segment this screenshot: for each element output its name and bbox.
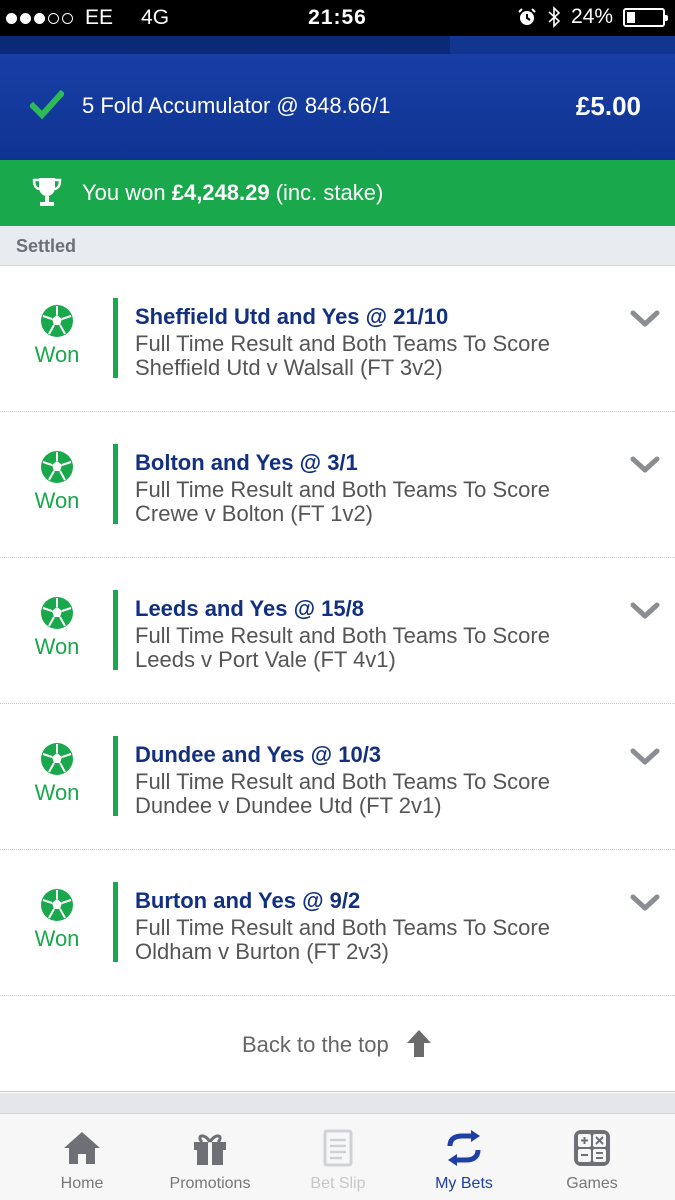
leg-market: Full Time Result and Both Teams To Score xyxy=(135,477,550,502)
games-icon xyxy=(574,1130,610,1166)
leg-status-label: Won xyxy=(34,488,80,513)
tab-betslip[interactable]: Bet Slip xyxy=(274,1114,402,1200)
leg-selection: Burton and Yes @ 9/2 xyxy=(135,888,361,913)
tab-games[interactable]: Games xyxy=(528,1114,656,1200)
leg-status-bar xyxy=(113,882,118,962)
back-to-top-label: Back to the top xyxy=(242,1032,389,1057)
win-banner: You won £4,248.29 (inc. stake) xyxy=(0,160,675,226)
leg-market: Full Time Result and Both Teams To Score xyxy=(135,769,550,794)
win-prefix: You won xyxy=(82,180,172,205)
leg-status: Won xyxy=(18,304,96,368)
leg-selection: Bolton and Yes @ 3/1 xyxy=(135,450,358,475)
leg-event: Oldham v Burton (FT 2v3) xyxy=(135,939,389,964)
chevron-down-icon[interactable] xyxy=(630,894,660,912)
bet-legs-list: Won Sheffield Utd and Yes @ 21/10 Full T… xyxy=(0,266,675,996)
leg-selection: Leeds and Yes @ 15/8 xyxy=(135,596,364,621)
status-right: 24% xyxy=(517,5,668,29)
leg-status: Won xyxy=(18,888,96,952)
bet-leg[interactable]: Won Burton and Yes @ 9/2 Full Time Resul… xyxy=(0,850,675,996)
win-amount: £4,248.29 xyxy=(171,180,270,205)
leg-status-label: Won xyxy=(34,634,80,659)
win-text: You won £4,248.29 (inc. stake) xyxy=(82,180,383,206)
leg-status-bar xyxy=(113,444,118,524)
leg-selection: Dundee and Yes @ 10/3 xyxy=(135,742,382,767)
chevron-down-icon[interactable] xyxy=(630,602,660,620)
leg-event: Crewe v Bolton (FT 1v2) xyxy=(135,501,374,526)
leg-market: Full Time Result and Both Teams To Score xyxy=(135,915,550,940)
leg-status: Won xyxy=(18,450,96,514)
football-icon xyxy=(41,597,73,629)
chevron-down-icon[interactable] xyxy=(630,310,660,328)
leg-event: Leeds v Port Vale (FT 4v1) xyxy=(135,647,396,672)
chevron-down-icon[interactable] xyxy=(630,456,660,474)
leg-market: Full Time Result and Both Teams To Score xyxy=(135,331,550,356)
mybets-icon xyxy=(447,1130,481,1166)
leg-status-label: Won xyxy=(34,342,80,367)
leg-event: Dundee v Dundee Utd (FT 2v1) xyxy=(135,793,442,818)
tab-home-label: Home xyxy=(60,1175,104,1192)
accumulator-header: 5 Fold Accumulator @ 848.66/1 £5.00 xyxy=(0,54,675,160)
battery-percent: 24% xyxy=(570,5,613,28)
leg-status: Won xyxy=(18,742,96,806)
stake-amount: £5.00 xyxy=(575,91,641,121)
leg-market: Full Time Result and Both Teams To Score xyxy=(135,623,550,648)
home-icon xyxy=(64,1132,100,1164)
leg-selection: Sheffield Utd and Yes @ 21/10 xyxy=(135,304,449,329)
bet-leg[interactable]: Won Leeds and Yes @ 15/8 Full Time Resul… xyxy=(0,558,675,704)
bet-leg[interactable]: Won Bolton and Yes @ 3/1 Full Time Resul… xyxy=(0,412,675,558)
status-bar: EE 4G 21:56 24% xyxy=(0,0,675,36)
alarm-icon xyxy=(518,8,536,25)
bluetooth-icon xyxy=(548,6,561,28)
leg-status-bar xyxy=(113,736,118,816)
battery-icon xyxy=(623,7,668,27)
football-icon xyxy=(41,451,73,483)
betslip-icon xyxy=(323,1129,353,1167)
header-tab-strip xyxy=(0,36,675,54)
football-icon xyxy=(41,743,73,775)
win-suffix: (inc. stake) xyxy=(269,180,384,205)
bottom-tab-bar: Home Promotions Bet Slip My Bets Games xyxy=(0,1113,675,1200)
chevron-down-icon[interactable] xyxy=(630,748,660,766)
accumulator-title: 5 Fold Accumulator @ 848.66/1 xyxy=(82,93,391,118)
arrow-up-icon xyxy=(407,1030,431,1057)
section-header: Settled xyxy=(0,226,675,266)
football-icon xyxy=(41,889,73,921)
leg-event: Sheffield Utd v Walsall (FT 3v2) xyxy=(135,355,443,380)
tab-promotions[interactable]: Promotions xyxy=(146,1114,274,1200)
leg-status: Won xyxy=(18,596,96,660)
leg-status-label: Won xyxy=(34,926,80,951)
check-icon xyxy=(30,90,64,120)
leg-status-label: Won xyxy=(34,780,80,805)
tab-games-label: Games xyxy=(566,1175,618,1192)
bet-leg[interactable]: Won Sheffield Utd and Yes @ 21/10 Full T… xyxy=(0,266,675,412)
divider xyxy=(0,1093,675,1113)
back-to-top[interactable]: Back to the top xyxy=(0,1000,675,1092)
tab-mybets[interactable]: My Bets xyxy=(400,1114,528,1200)
section-label: Settled xyxy=(16,236,77,256)
tab-betslip-label: Bet Slip xyxy=(310,1175,366,1192)
tab-home[interactable]: Home xyxy=(18,1114,146,1200)
trophy-icon xyxy=(32,178,62,206)
tab-mybets-label: My Bets xyxy=(435,1175,493,1192)
leg-status-bar xyxy=(113,298,118,378)
leg-status-bar xyxy=(113,590,118,670)
gift-icon xyxy=(194,1134,226,1165)
football-icon xyxy=(41,305,73,337)
tab-promotions-label: Promotions xyxy=(169,1175,251,1192)
bet-leg[interactable]: Won Dundee and Yes @ 10/3 Full Time Resu… xyxy=(0,704,675,850)
